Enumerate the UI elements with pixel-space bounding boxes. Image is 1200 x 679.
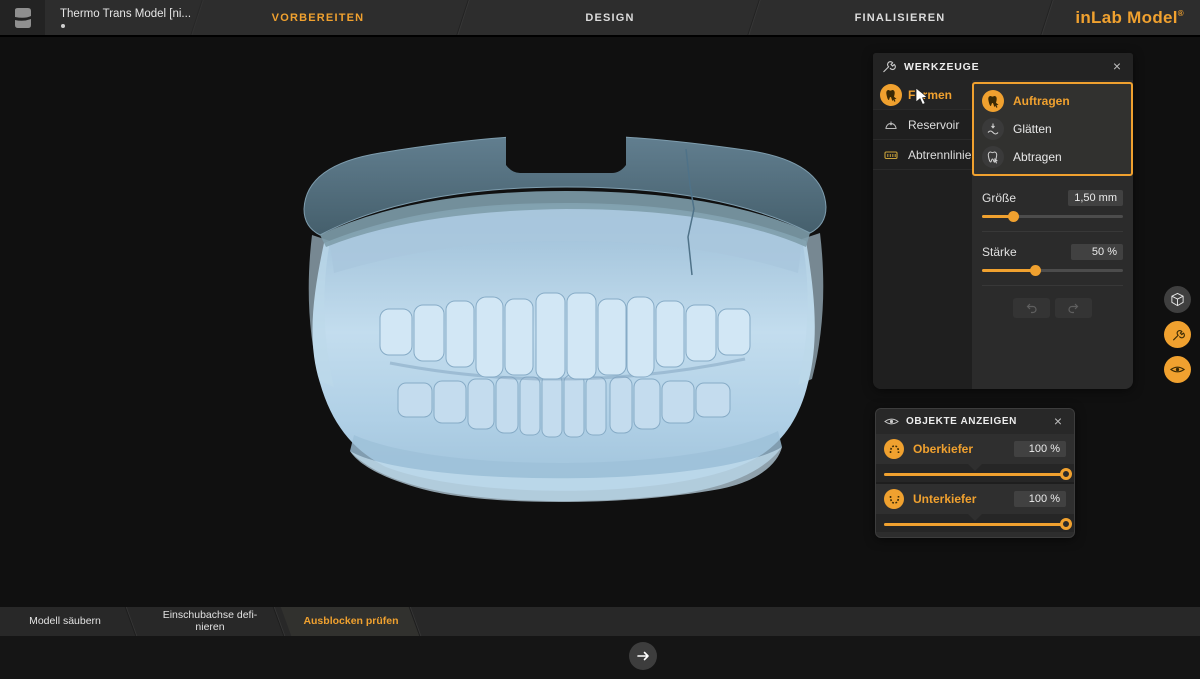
objects-panel: OBJEKTE ANZEIGEN × Oberkiefer 100 %	[875, 408, 1075, 538]
tools-panel: WERKZEUGE × Formen Reservoir	[873, 53, 1133, 389]
oberkiefer-opacity-track[interactable]	[884, 473, 1066, 476]
object-label: Oberkiefer	[913, 442, 1014, 456]
reservoir-icon	[880, 117, 902, 133]
topbar: Thermo Trans Model [ni... VORBEREITEN DE…	[0, 0, 1200, 35]
notch	[968, 514, 982, 521]
oberkiefer-opacity-knob[interactable]	[1060, 468, 1072, 480]
mode-label: Abtragen	[1013, 150, 1062, 164]
divider	[982, 285, 1123, 286]
dental-model[interactable]	[290, 125, 850, 505]
mode-group: Auftragen Glätten Abtragen	[972, 82, 1133, 176]
step-einschubachse[interactable]: Einschubachse defi- nieren	[150, 607, 270, 636]
slider-groesse-track[interactable]	[982, 215, 1123, 218]
slider-staerke-label: Stärke	[982, 245, 1017, 259]
step-label: Ausblocken prüfen	[303, 616, 398, 628]
wrench-icon	[1171, 328, 1185, 342]
slider-groesse-knob[interactable]	[1008, 211, 1019, 222]
tooth-remove-icon	[982, 146, 1004, 168]
bottom-zone	[0, 636, 1200, 679]
lower-jaw-icon	[884, 489, 904, 509]
object-label: Unterkiefer	[913, 492, 1014, 506]
slider-staerke-knob[interactable]	[1030, 265, 1041, 276]
tooth-shape-icon	[880, 84, 902, 106]
tab-separator	[747, 0, 760, 35]
tab-separator	[190, 0, 203, 35]
redo-button[interactable]	[1055, 298, 1092, 318]
slider-groesse-value[interactable]: 1,50 mm	[1068, 190, 1123, 206]
sirona-logo-icon	[13, 7, 33, 29]
upper-jaw-icon	[884, 439, 904, 459]
category-label: Formen	[908, 88, 952, 102]
mode-label: Glätten	[1013, 122, 1052, 136]
mode-abtragen[interactable]: Abtragen	[974, 143, 1131, 171]
objects-close-button[interactable]: ×	[1050, 414, 1066, 430]
unterkiefer-slider-strip	[876, 514, 1074, 532]
step-bar: Modell säubern Einschubachse defi- niere…	[0, 607, 1200, 636]
unterkiefer-opacity-knob[interactable]	[1060, 518, 1072, 530]
separation-line-icon	[880, 147, 902, 163]
slider-staerke-value[interactable]: 50 %	[1071, 244, 1123, 260]
notch	[968, 464, 982, 471]
unterkiefer-opacity-track[interactable]	[884, 523, 1066, 526]
mode-auftragen[interactable]: Auftragen	[974, 87, 1131, 115]
object-row-unterkiefer[interactable]: Unterkiefer 100 %	[876, 484, 1074, 514]
oberkiefer-slider-strip	[876, 464, 1074, 482]
tools-panel-title: WERKZEUGE	[904, 61, 1109, 73]
category-abtrennlinie[interactable]: Abtrennlinie	[873, 140, 972, 170]
step-ausblocken-pruefen[interactable]: Ausblocken prüfen	[292, 607, 410, 636]
view-cube-button[interactable]	[1164, 286, 1191, 313]
tool-category-list: Formen Reservoir Abtrennlinie	[873, 80, 972, 389]
step-separator	[125, 607, 138, 636]
tab-finalisieren[interactable]: FINALISIEREN	[815, 0, 985, 35]
unterkiefer-opacity-value[interactable]: 100 %	[1014, 491, 1066, 507]
category-label: Abtrennlinie	[908, 148, 971, 162]
panel-footer-pad	[876, 532, 1074, 537]
object-row-oberkiefer[interactable]: Oberkiefer 100 %	[876, 434, 1074, 464]
smooth-icon	[982, 118, 1004, 140]
step-modell-saeubern[interactable]: Modell säubern	[10, 607, 120, 636]
objects-toggle-button[interactable]	[1164, 356, 1191, 383]
brand-logo: inLab Model®	[1075, 0, 1184, 35]
tooth-add-icon	[982, 90, 1004, 112]
next-step-button[interactable]	[629, 642, 657, 670]
step-label: Modell säubern	[29, 616, 101, 628]
tab-design[interactable]: DESIGN	[525, 0, 695, 35]
mode-glaetten[interactable]: Glätten	[974, 115, 1131, 143]
oberkiefer-opacity-value[interactable]: 100 %	[1014, 441, 1066, 457]
viewport-3d[interactable]: WERKZEUGE × Formen Reservoir	[0, 37, 1200, 607]
tools-toggle-button[interactable]	[1164, 321, 1191, 348]
app-window: Thermo Trans Model [ni... VORBEREITEN DE…	[0, 0, 1200, 679]
unsaved-indicator-dot	[61, 24, 65, 28]
tab-separator	[456, 0, 469, 35]
view-cube-icon	[1170, 292, 1185, 307]
category-reservoir[interactable]: Reservoir	[873, 110, 972, 140]
objects-panel-header: OBJEKTE ANZEIGEN ×	[876, 409, 1074, 434]
arrow-right-icon	[637, 651, 650, 661]
wrench-icon	[881, 59, 896, 74]
category-formen[interactable]: Formen	[873, 80, 972, 110]
tools-panel-header: WERKZEUGE ×	[873, 53, 1133, 80]
document-title: Thermo Trans Model [ni...	[60, 8, 191, 20]
objects-panel-title: OBJEKTE ANZEIGEN	[906, 416, 1050, 427]
tool-mode-area: Auftragen Glätten Abtragen	[972, 80, 1133, 389]
tab-vorbereiten[interactable]: VORBEREITEN	[233, 0, 403, 35]
divider	[982, 231, 1123, 232]
category-label: Reservoir	[908, 118, 959, 132]
step-label: Einschubachse defi- nieren	[163, 610, 258, 633]
tools-close-button[interactable]: ×	[1109, 59, 1125, 75]
eye-icon	[884, 416, 899, 427]
tool-sliders: Größe 1,50 mm Stärke 50 %	[972, 176, 1133, 318]
undo-button[interactable]	[1013, 298, 1050, 318]
slider-groesse-label: Größe	[982, 191, 1016, 205]
tab-separator	[1040, 0, 1053, 35]
slider-staerke-track[interactable]	[982, 269, 1123, 272]
brand-name: inLab Model	[1075, 8, 1177, 28]
registered-mark: ®	[1178, 9, 1184, 18]
app-menu-button[interactable]	[0, 0, 45, 35]
mode-label: Auftragen	[1013, 94, 1070, 108]
eye-icon	[1170, 364, 1185, 375]
